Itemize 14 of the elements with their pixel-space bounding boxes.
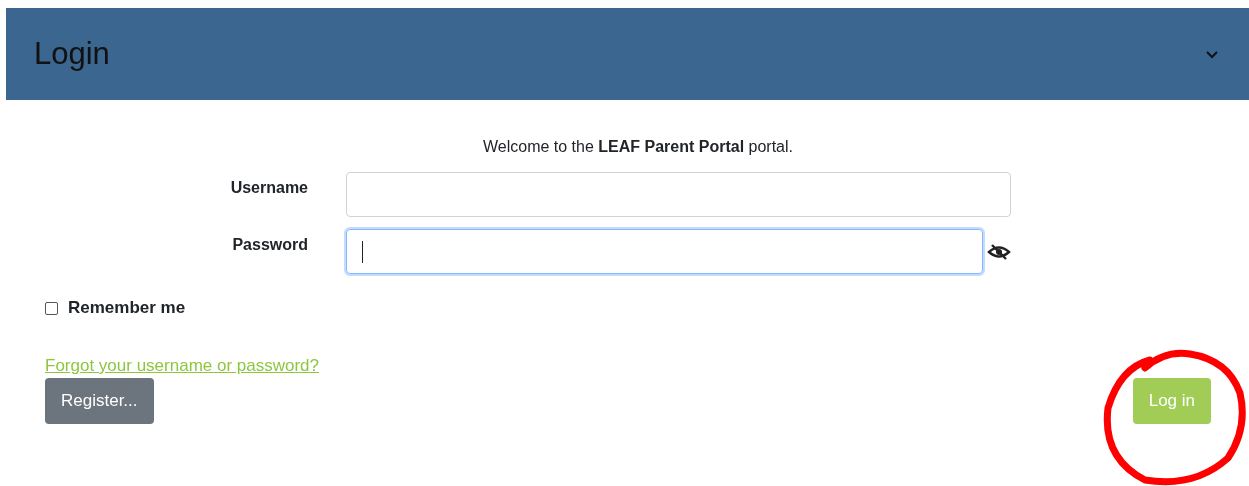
login-button[interactable]: Log in xyxy=(1132,378,1211,424)
forgot-link[interactable]: Forgot your username or password? xyxy=(45,356,320,376)
password-field[interactable] xyxy=(346,229,983,274)
register-button[interactable]: Register... xyxy=(45,378,154,424)
eye-slash-icon[interactable] xyxy=(987,242,1011,261)
checkbox-label: Remember me xyxy=(68,298,186,318)
field-label: Username xyxy=(229,178,309,197)
username-field[interactable] xyxy=(346,172,1011,217)
remember-checkbox[interactable] xyxy=(45,301,58,315)
field-label: Password xyxy=(231,235,309,254)
chevron-icon[interactable] xyxy=(1205,49,1219,59)
text-cursor-icon xyxy=(362,241,363,263)
page-title: Login xyxy=(34,36,110,72)
welcome-text: Welcome to the LEAF Parent Portal portal. xyxy=(481,138,794,157)
